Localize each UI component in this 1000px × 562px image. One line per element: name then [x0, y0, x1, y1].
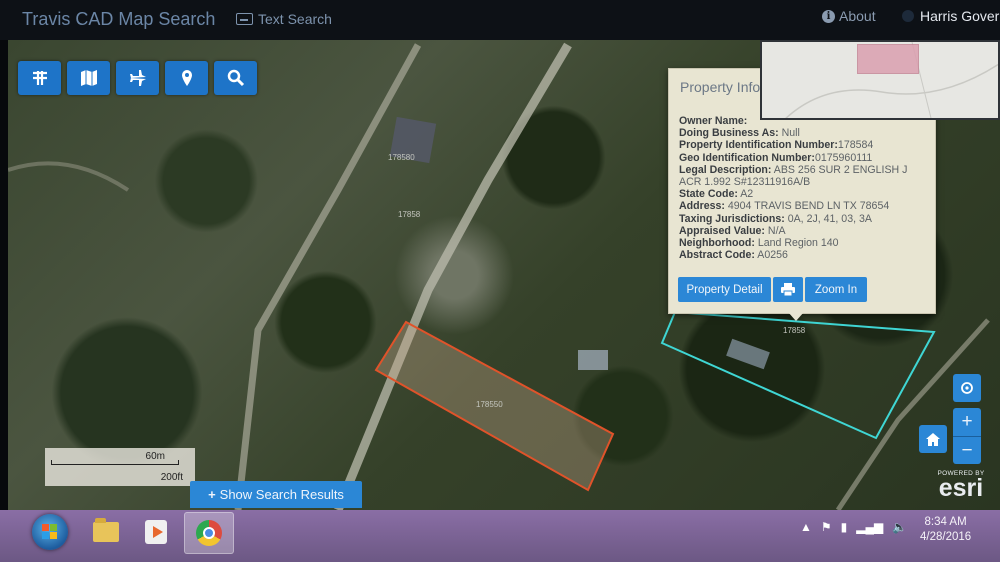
network-icon[interactable]: ▂▄▆ [856, 520, 883, 534]
keyboard-icon [236, 13, 253, 25]
esri-logo: POWERED BY esri [928, 470, 994, 502]
filter-icon [32, 71, 47, 85]
media-player-icon [145, 520, 167, 544]
field-neighborhood: Neighborhood: Land Region 140 [679, 237, 839, 250]
user-name: Harris Gover [920, 8, 1000, 24]
chrome-icon [196, 520, 222, 546]
overview-extent[interactable] [857, 44, 919, 74]
crosshair-icon [961, 382, 973, 394]
show-search-results-label: Show Search Results [219, 487, 344, 502]
scale-bar: 60m 200ft [45, 448, 195, 486]
system-tray: ▲ ⚑ ▮ ▂▄▆ 🔈 [800, 520, 907, 534]
app-title[interactable]: Travis CAD Map Search [22, 9, 215, 30]
field-legal-description: Legal Description: ABS 256 SUR 2 ENGLISH… [679, 163, 908, 189]
volume-icon[interactable]: 🔈 [892, 520, 907, 534]
overview-map[interactable] [760, 40, 1000, 120]
parcel-label: 178580 [388, 153, 415, 162]
text-search-link[interactable]: Text Search [236, 11, 332, 27]
zoom-control: + − [953, 408, 981, 464]
user-menu[interactable]: Harris Gover [902, 8, 999, 24]
locate-button[interactable] [953, 374, 981, 402]
plus-icon: + [208, 487, 216, 502]
popup-pointer [788, 312, 804, 321]
show-hidden-icons-icon[interactable]: ▲ [800, 520, 812, 534]
user-icon [902, 10, 914, 22]
scale-metric: 60m [145, 451, 165, 462]
basemap-button[interactable] [67, 61, 110, 95]
text-search-label: Text Search [258, 11, 332, 27]
top-navbar: Travis CAD Map Search Text Search i Abou… [0, 0, 1000, 40]
folder-icon [93, 518, 119, 542]
show-search-results-button[interactable]: + Show Search Results [190, 481, 362, 508]
field-geo-id: Geo Identification Number:0175960111 [679, 151, 873, 164]
info-icon: i [822, 9, 835, 23]
windows-taskbar: ▲ ⚑ ▮ ▂▄▆ 🔈 8:34 AM 4/28/2016 [0, 510, 1000, 562]
aerial-button[interactable] [116, 61, 159, 95]
about-label: About [839, 8, 876, 24]
home-icon [926, 432, 940, 446]
scale-imperial: 200ft [160, 472, 183, 483]
field-doing-business-as: Doing Business As: Null [679, 127, 800, 140]
start-button[interactable] [32, 514, 68, 550]
scale-line [51, 460, 179, 465]
field-property-id: Property Identification Number:178584 [679, 139, 874, 152]
popup-actions: Property Detail Zoom In [678, 277, 867, 302]
location-pin-icon [181, 70, 192, 86]
printer-icon [781, 283, 795, 296]
esri-wordmark: esri [938, 474, 984, 502]
taskbar-chrome[interactable] [184, 512, 234, 554]
clock[interactable]: 8:34 AM 4/28/2016 [920, 515, 971, 545]
building [726, 338, 770, 370]
map-toolbar [18, 61, 257, 95]
zoom-in-button[interactable]: Zoom In [805, 277, 867, 302]
parcel-label: 17858 [398, 210, 421, 219]
field-taxing-jurisdictions: Taxing Jurisdictions: 0A, 2J, 41, 03, 3A [679, 212, 872, 225]
field-state-code: State Code: A2 [679, 188, 754, 201]
location-button[interactable] [165, 61, 208, 95]
map-icon [80, 70, 97, 86]
building [578, 350, 608, 370]
parcel-label: 178550 [476, 400, 503, 409]
field-abstract-code: Abstract Code: A0256 [679, 249, 788, 262]
property-detail-button[interactable]: Property Detail [678, 277, 771, 302]
clock-time: 8:34 AM [924, 516, 967, 528]
search-icon [227, 69, 244, 87]
zoom-in-control[interactable]: + [953, 408, 981, 437]
about-link[interactable]: i About [822, 8, 876, 24]
airplane-icon [129, 70, 146, 86]
print-button[interactable] [773, 277, 803, 302]
parcel-label: 17858 [783, 326, 806, 335]
taskbar-explorer[interactable] [82, 512, 130, 552]
popup-title: Property Info [680, 79, 761, 95]
road [234, 43, 422, 510]
field-address: Address: 4904 TRAVIS BEND LN TX 78654 [679, 200, 890, 213]
clock-date: 4/28/2016 [920, 531, 972, 543]
home-button[interactable] [919, 425, 947, 453]
flag-icon[interactable]: ⚑ [821, 520, 832, 534]
field-appraised-value: Appraised Value: N/A [679, 224, 786, 237]
road [8, 161, 130, 192]
taskbar-media-player[interactable] [132, 512, 180, 552]
popup-body: Owner Name: Doing Business As: Null Prop… [679, 115, 929, 261]
filter-button[interactable] [18, 61, 61, 95]
zoom-out-control[interactable]: − [953, 437, 981, 465]
search-button[interactable] [214, 61, 257, 95]
battery-icon[interactable]: ▮ [841, 520, 848, 534]
